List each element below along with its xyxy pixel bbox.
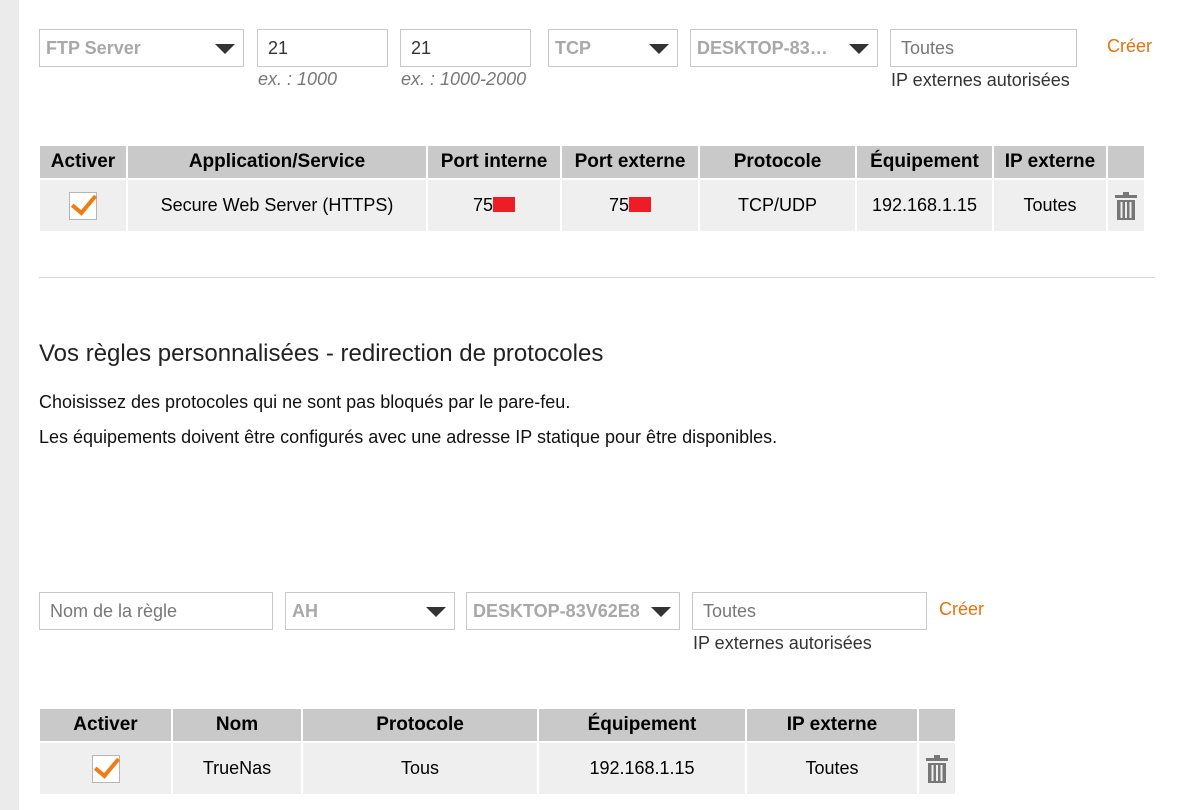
internal-port-hint: ex. : 1000 xyxy=(258,69,338,89)
chevron-down-icon xyxy=(651,607,671,617)
external-ip-caption: IP externes autorisées xyxy=(891,70,1070,90)
delete-cell xyxy=(919,743,955,794)
rule-name-input[interactable]: Nom de la règle xyxy=(39,592,273,630)
redaction-mark xyxy=(629,197,652,212)
trash-icon[interactable] xyxy=(1115,191,1137,220)
external-port-input[interactable]: 21 xyxy=(400,29,531,67)
protocol-type-select-value: AH xyxy=(292,601,318,621)
internal-port-input[interactable]: 21 xyxy=(257,29,388,67)
protocol-cell: TCP/UDP xyxy=(700,180,855,231)
section-divider xyxy=(39,277,1155,278)
device-select[interactable]: DESKTOP-83… xyxy=(690,29,878,67)
external-ip-cell: Toutes xyxy=(994,180,1106,231)
column-header: Équipement xyxy=(539,709,745,743)
protocol-select-value: TCP xyxy=(555,38,591,58)
protocol-select[interactable]: TCP xyxy=(548,29,678,67)
table-row: TrueNas Tous 192.168.1.15 Toutes xyxy=(40,743,955,794)
column-header: Protocole xyxy=(700,146,855,180)
external-ip-cell: Toutes xyxy=(747,743,917,794)
column-header: Activer xyxy=(40,709,171,743)
column-header: IP externe xyxy=(747,709,917,743)
column-header: Protocole xyxy=(303,709,537,743)
chevron-down-icon xyxy=(649,44,669,54)
column-header: Port externe xyxy=(562,146,698,180)
table-row: Secure Web Server (HTTPS) 75 75 TCP/UDP … xyxy=(40,180,1144,231)
service-cell: Secure Web Server (HTTPS) xyxy=(128,180,426,231)
name-cell: TrueNas xyxy=(173,743,301,794)
protocol-type-select[interactable]: AH xyxy=(285,592,455,630)
internal-port-cell: 75 xyxy=(428,180,560,231)
redaction-mark xyxy=(493,197,516,212)
device-select-value: DESKTOP-83… xyxy=(697,38,828,58)
service-select-value: FTP Server xyxy=(46,38,141,58)
enable-cell xyxy=(40,743,171,794)
internal-port-value: 75 xyxy=(472,195,494,215)
service-select[interactable]: FTP Server xyxy=(39,29,244,67)
section-description-2: Les équipements doivent être configurés … xyxy=(39,427,778,447)
column-header: IP externe xyxy=(994,146,1106,180)
device-cell: 192.168.1.15 xyxy=(539,743,745,794)
device-cell: 192.168.1.15 xyxy=(857,180,992,231)
create-port-rule-link[interactable]: Créer xyxy=(1107,36,1152,57)
section-title: Vos règles personnalisées - redirection … xyxy=(39,340,604,367)
column-header: Application/Service xyxy=(128,146,426,180)
create-protocol-rule-link[interactable]: Créer xyxy=(939,599,984,620)
port-rules-table: Activer Application/Service Port interne… xyxy=(38,146,1146,231)
enable-cell xyxy=(40,180,126,231)
table-header-row: Activer Nom Protocole Équipement IP exte… xyxy=(40,709,955,743)
column-header xyxy=(919,709,955,743)
external-port-hint: ex. : 1000-2000 xyxy=(401,69,527,89)
enable-checkbox[interactable] xyxy=(69,191,97,220)
table-header-row: Activer Application/Service Port interne… xyxy=(40,146,1144,180)
chevron-down-icon xyxy=(215,44,235,54)
protocol-rules-table: Activer Nom Protocole Équipement IP exte… xyxy=(38,709,957,794)
trash-icon[interactable] xyxy=(926,754,948,783)
enable-checkbox[interactable] xyxy=(91,754,120,783)
column-header xyxy=(1108,146,1144,180)
column-header: Nom xyxy=(173,709,301,743)
column-header: Port interne xyxy=(428,146,560,180)
external-port-cell: 75 xyxy=(562,180,698,231)
protocol-device-select-value: DESKTOP-83V62E8 xyxy=(473,601,640,621)
column-header: Équipement xyxy=(857,146,992,180)
protocol-external-ip-input[interactable]: Toutes xyxy=(692,592,927,630)
external-port-value: 75 xyxy=(608,195,630,215)
chevron-down-icon xyxy=(426,607,446,617)
left-sidebar-strip xyxy=(0,0,19,810)
protocol-cell: Tous xyxy=(303,743,537,794)
chevron-down-icon xyxy=(849,44,869,54)
column-header: Activer xyxy=(40,146,126,180)
external-ip-input[interactable]: Toutes xyxy=(890,29,1077,67)
protocol-external-ip-caption: IP externes autorisées xyxy=(693,633,872,653)
delete-cell xyxy=(1108,180,1144,231)
section-description-1: Choisissez des protocoles qui ne sont pa… xyxy=(39,392,571,412)
protocol-device-select[interactable]: DESKTOP-83V62E8 xyxy=(466,592,680,630)
